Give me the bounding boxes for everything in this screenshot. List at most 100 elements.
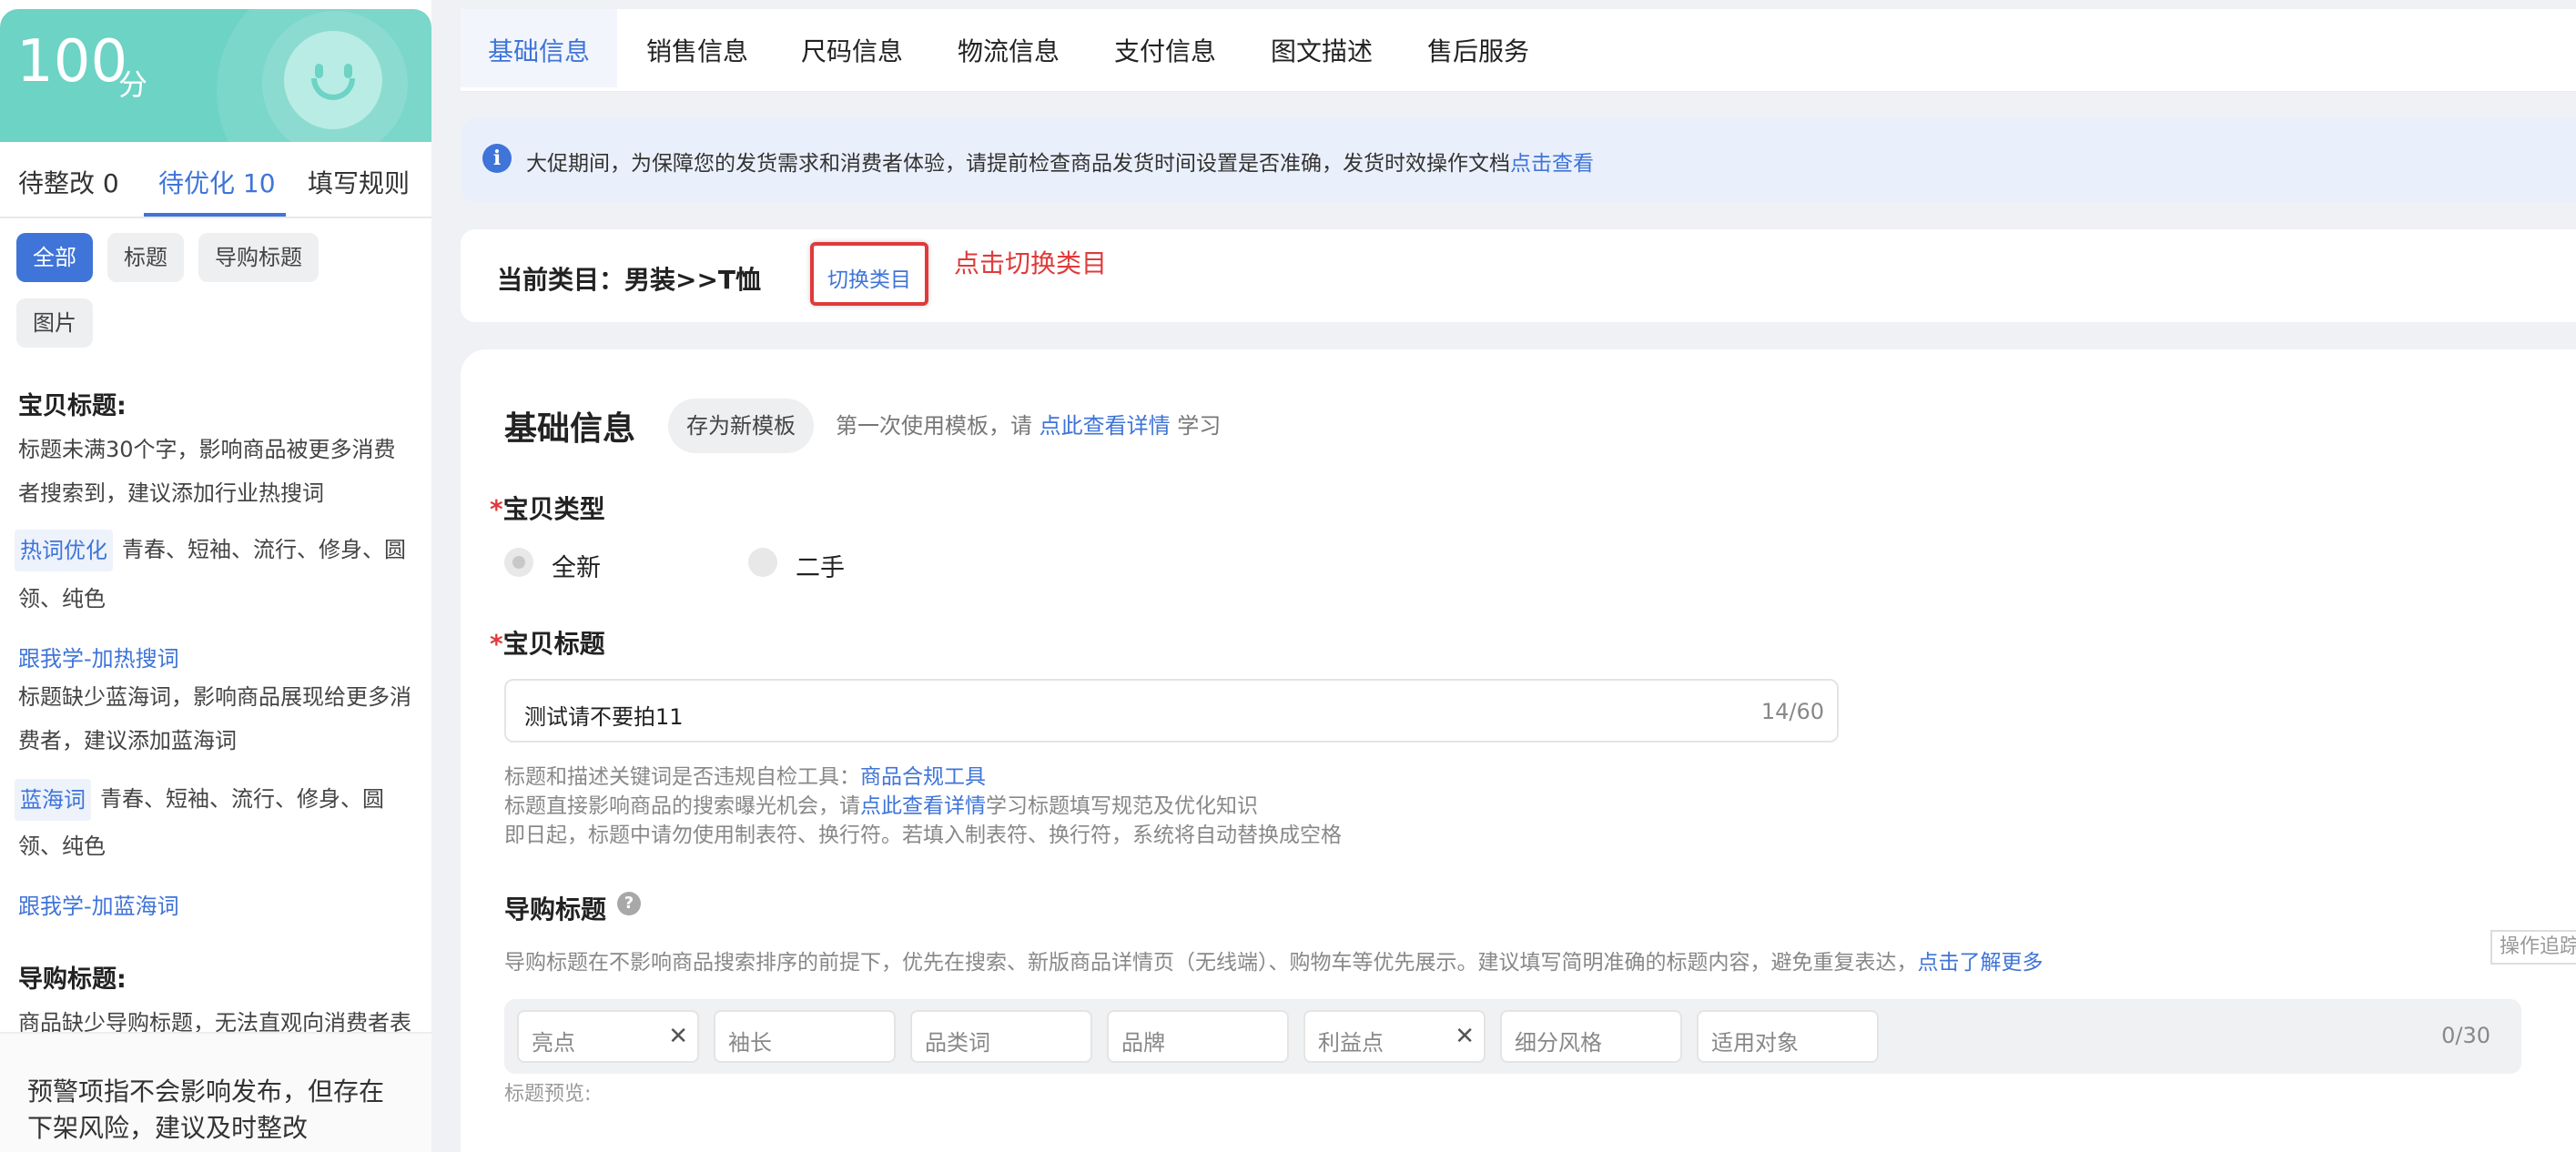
title-issue-text: 标题缺少蓝海词，影响商品展现给更多消 <box>18 684 411 710</box>
guide-title-label: 导购标题 <box>504 894 607 925</box>
score-header: 100 分 <box>0 9 431 142</box>
hot-words-list: 青春、短袖、流行、修身、圆 <box>122 537 406 562</box>
switch-category-label: 切换类目 <box>827 268 911 292</box>
clear-icon[interactable]: ✕ <box>1455 1023 1475 1050</box>
hot-words-tag: 热词优化 <box>15 530 113 571</box>
compliance-help: 标题和描述关键词是否违规自检工具：商品合规工具 <box>504 759 986 790</box>
keyword-placeholder: 品牌 <box>1121 1030 1165 1056</box>
item-type-label-text: 宝贝类型 <box>502 494 605 524</box>
keyword-placeholder: 细分风格 <box>1515 1030 1602 1056</box>
smiley-mouth <box>311 78 355 100</box>
keyword-placeholder: 适用对象 <box>1711 1030 1799 1056</box>
tab-size-info[interactable]: 尺码信息 <box>801 9 903 87</box>
keyword-audience-input[interactable]: 适用对象 <box>1697 1010 1879 1063</box>
smiley-icon <box>284 31 382 129</box>
required-mark: * <box>490 494 503 524</box>
filter-image[interactable]: 图片 <box>16 298 93 348</box>
title-preview-label: 标题预览: <box>504 1083 592 1106</box>
learn-hot-words-link[interactable]: 跟我学-加热搜词 <box>18 641 179 672</box>
left-panel: 100 分 待整改 0 待优化 10 填写规则 全部 标题 导购标题 图片 宝贝… <box>0 0 431 1152</box>
blue-ocean-words-list: 青春、短袖、流行、修身、圆 <box>100 786 384 812</box>
learn-blue-ocean-link[interactable]: 跟我学-加蓝海词 <box>18 888 179 920</box>
keyword-brand-input[interactable]: 品牌 <box>1107 1010 1289 1063</box>
notice-text: 大促期间，为保障您的发货需求和消费者体验，请提前检查商品发货时间设置是否准确，发… <box>526 146 1594 177</box>
filter-all[interactable]: 全部 <box>16 233 93 282</box>
keyword-placeholder: 袖长 <box>728 1030 772 1056</box>
keyword-sleeve-input[interactable]: 袖长 <box>714 1010 896 1063</box>
blue-ocean-tag: 蓝海词 <box>15 779 91 821</box>
tab-to-optimize[interactable]: 待优化 10 <box>158 164 276 200</box>
item-title-label-text: 宝贝标题 <box>502 629 605 659</box>
smiley-eye <box>344 64 352 78</box>
title-rules-help-prefix: 标题直接影响商品的搜索曝光机会，请 <box>504 794 860 818</box>
filter-title[interactable]: 标题 <box>107 233 184 282</box>
radio-new[interactable] <box>504 548 533 577</box>
guide-section-heading: 导购标题: <box>18 965 127 994</box>
tab-after-sales[interactable]: 售后服务 <box>1427 9 1529 87</box>
learn-more-link[interactable]: 点击了解更多 <box>1918 951 2044 975</box>
template-hint-prefix: 第一次使用模板，请 <box>836 413 1032 439</box>
keyword-category-input[interactable]: 品类词 <box>910 1010 1092 1063</box>
notice-message: 大促期间，为保障您的发货需求和消费者体验，请提前检查商品发货时间设置是否准确，发… <box>526 152 1510 176</box>
basic-info-form: 基础信息 存为新模板 第一次使用模板，请 点此查看详情 学习 *宝贝类型 全新 … <box>461 349 2576 1152</box>
top-tabs: 基础信息 销售信息 尺码信息 物流信息 支付信息 图文描述 售后服务 <box>461 9 2576 92</box>
smiley-eye <box>315 64 323 78</box>
guide-title-description: 导购标题在不影响商品搜索排序的前提下，优先在搜索、新版商品详情页（无线端）、购物… <box>504 945 2044 975</box>
operation-trace-button[interactable]: 操作追踪 <box>2490 930 2576 965</box>
compliance-help-text: 标题和描述关键词是否违规自检工具： <box>504 765 860 789</box>
form-title: 基础信息 <box>504 410 636 448</box>
item-title-counter: 14/60 <box>1760 699 1824 724</box>
tab-sales-info[interactable]: 销售信息 <box>646 9 748 87</box>
active-tab-indicator <box>144 213 286 217</box>
tab-to-fix[interactable]: 待整改 0 <box>18 164 119 200</box>
item-title-label: *宝贝标题 <box>490 624 605 661</box>
tab-payment-info[interactable]: 支付信息 <box>1114 9 1216 87</box>
template-hint: 第一次使用模板，请 点此查看详情 学习 <box>836 408 1221 440</box>
category-bar: 当前类目：男装>>T恤 切换类目 点击切换类目 <box>461 229 2576 322</box>
keyword-benefit-input[interactable]: 利益点 ✕ <box>1303 1010 1486 1063</box>
clear-icon[interactable]: ✕ <box>668 1023 688 1050</box>
title-section-heading: 宝贝标题: <box>18 392 127 420</box>
switch-category-button[interactable]: 切换类目 <box>810 242 928 306</box>
item-title-value: 测试请不要拍11 <box>524 704 684 730</box>
warning-footer: 预警项指不会影响发布，但存在 下架风险，建议及时整改 <box>0 1032 431 1152</box>
score-value: 100 <box>16 28 128 96</box>
current-category: 当前类目：男装>>T恤 <box>497 265 762 295</box>
left-tabs: 待整改 0 待优化 10 填写规则 <box>0 142 431 218</box>
save-template-button[interactable]: 存为新模板 <box>668 399 814 453</box>
blue-ocean-words-list: 领、纯色 <box>18 834 106 859</box>
title-issue-text: 费者，建议添加蓝海词 <box>18 728 237 753</box>
keyword-placeholder: 品类词 <box>925 1030 990 1056</box>
radio-new-label[interactable]: 全新 <box>552 548 601 583</box>
tab-description[interactable]: 图文描述 <box>1271 9 1373 87</box>
radio-second-hand[interactable] <box>748 548 777 577</box>
tab-logistics-info[interactable]: 物流信息 <box>958 9 1060 87</box>
keyword-placeholder: 利益点 <box>1318 1030 1384 1056</box>
tab-fill-rules[interactable]: 填写规则 <box>308 164 410 200</box>
guide-keyword-box: 亮点 ✕ 袖长 品类词 品牌 利益点 ✕ 细分风格 适用对象 0/30 <box>504 999 2521 1074</box>
template-details-link[interactable]: 点此查看详情 <box>1040 413 1171 439</box>
keyword-placeholder: 亮点 <box>532 1030 575 1056</box>
template-hint-suffix: 学习 <box>1177 413 1222 439</box>
notice-view-link[interactable]: 点击查看 <box>1510 152 1594 176</box>
guide-title-counter: 0/30 <box>2441 1023 2490 1048</box>
filter-guide-title[interactable]: 导购标题 <box>198 233 319 282</box>
item-title-input[interactable]: 测试请不要拍11 14/60 <box>504 679 1839 743</box>
tab-character-help: 即日起，标题中请勿使用制表符、换行符。若填入制表符、换行符，系统将自动替换成空格 <box>504 824 1342 847</box>
notice-banner: i 大促期间，为保障您的发货需求和消费者体验，请提前检查商品发货时间设置是否准确… <box>461 118 2576 202</box>
title-rules-details-link[interactable]: 点此查看详情 <box>860 794 986 818</box>
keyword-style-input[interactable]: 细分风格 <box>1500 1010 1682 1063</box>
warning-text: 预警项指不会影响发布，但存在 <box>27 1076 385 1107</box>
switch-category-annotation: 点击切换类目 <box>954 248 1108 278</box>
score-unit: 分 <box>118 67 148 102</box>
tab-basic-info[interactable]: 基础信息 <box>461 9 618 87</box>
radio-second-hand-label[interactable]: 二手 <box>796 548 845 583</box>
info-icon: i <box>482 144 512 173</box>
guide-title-description-text: 导购标题在不影响商品搜索排序的前提下，优先在搜索、新版商品详情页（无线端）、购物… <box>504 951 1918 975</box>
keyword-highlight-input[interactable]: 亮点 ✕ <box>517 1010 699 1063</box>
title-rules-help-suffix: 学习标题填写规范及优化知识 <box>986 794 1258 818</box>
required-mark: * <box>490 629 503 659</box>
compliance-tool-link[interactable]: 商品合规工具 <box>860 765 986 789</box>
question-icon[interactable]: ? <box>617 892 641 915</box>
title-issue-text: 标题未满30个字，影响商品被更多消费 <box>18 437 396 462</box>
